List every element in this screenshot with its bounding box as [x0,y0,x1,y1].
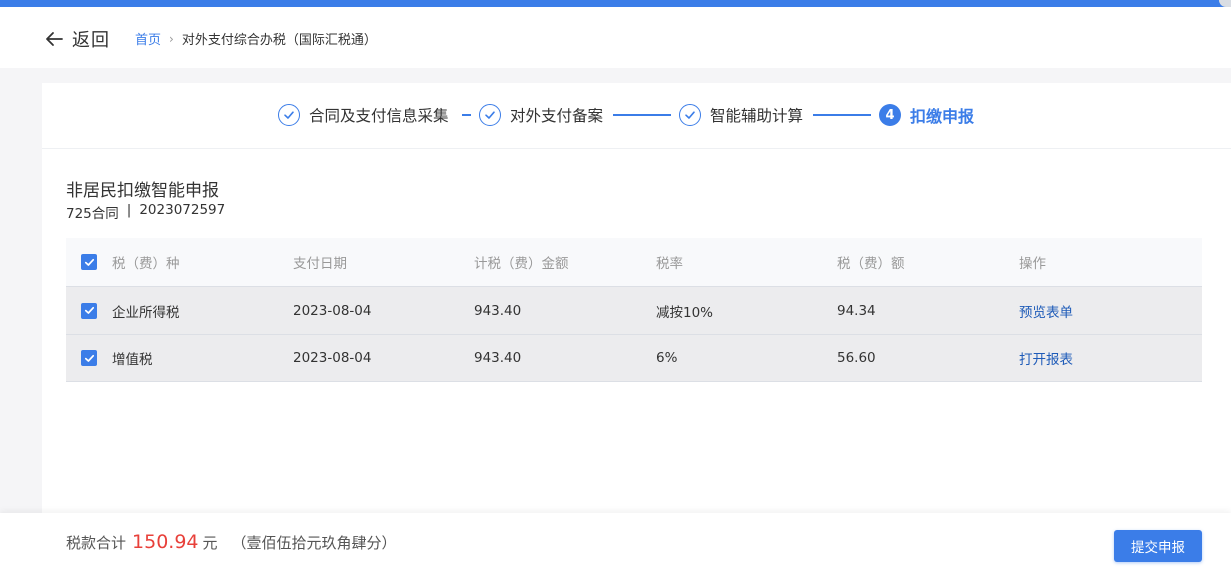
step-label: 对外支付备案 [510,107,604,125]
back-label: 返回 [72,30,110,51]
check-circle-icon [679,104,701,126]
top-corner-decoration [1219,0,1231,7]
select-all-checkbox[interactable] [81,254,97,270]
column-header-payment-date: 支付日期 [293,256,347,272]
column-header-tax-amount: 税（费）额 [837,256,905,272]
column-header-tax-type: 税（费）种 [112,256,180,272]
checkmark-icon [84,258,94,266]
cell-tax-type: 增值税 [112,352,153,368]
contract-info: 725合同 | 2023072597 [66,202,225,222]
row-checkbox[interactable] [81,350,97,366]
tax-table: 税（费）种 支付日期 计税（费）金额 税率 税（费）额 操作 企业所得税 202… [66,238,1202,382]
preview-form-link[interactable]: 预览表单 [1019,305,1073,321]
cell-rate: 减按10% [656,304,714,321]
check-circle-icon [479,104,501,126]
column-header-taxable-amount: 计税（费）金额 [474,256,569,272]
step-payment-filing: 对外支付备案 [479,103,603,127]
back-button[interactable]: 返回 [43,26,110,52]
main-panel: 合同及支付信息采集 对外支付备案 智能辅助计算 4 扣缴申报 非居民扣缴智能申报… [42,83,1231,513]
open-report-link[interactable]: 打开报表 [1019,352,1073,368]
step-smart-calc: 智能辅助计算 [679,103,803,127]
tax-total: 税款合计 150.94 元 （壹佰伍拾元玖角肆分） [66,531,397,553]
total-label: 税款合计 [66,534,127,552]
check-circle-icon [278,104,300,126]
amount-in-words: （壹佰伍拾元玖角肆分） [231,534,397,552]
step-connector [813,114,871,116]
column-header-rate: 税率 [656,256,683,272]
checkmark-icon [84,306,94,314]
cell-tax-amount: 56.60 [837,350,876,366]
column-header-action: 操作 [1019,256,1046,272]
total-unit: 元 [202,534,218,552]
breadcrumb-current: 对外支付综合办税（国际汇税通） [181,33,377,48]
arrow-left-icon [46,32,63,46]
cell-taxable-amount: 943.40 [474,350,522,366]
cell-taxable-amount: 943.40 [474,302,522,319]
table-row: 增值税 2023-08-04 943.40 6% 56.60 打开报表 [66,334,1202,382]
checkmark-icon [84,354,94,362]
step-label: 扣缴申报 [910,107,975,126]
breadcrumb: 首页 › 对外支付综合办税（国际汇税通） [135,29,377,49]
table-row: 企业所得税 2023-08-04 943.40 减按10% 94.34 预览表单 [66,286,1202,334]
section-title: 非居民扣缴智能申报 [66,181,219,201]
progress-steps: 合同及支付信息采集 对外支付备案 智能辅助计算 4 扣缴申报 [42,83,1231,149]
step-connector [462,114,471,116]
total-amount: 150.94 [132,531,199,553]
step-contract-info: 合同及支付信息采集 [278,103,449,127]
step-label: 智能辅助计算 [710,107,804,125]
top-accent-bar [0,0,1231,7]
step-label: 合同及支付信息采集 [309,107,449,125]
cell-payment-date: 2023-08-04 [293,350,372,366]
row-checkbox[interactable] [81,302,97,319]
table-header: 税（费）种 支付日期 计税（费）金额 税率 税（费）额 操作 [66,238,1202,286]
cell-tax-amount: 94.34 [837,302,876,319]
breadcrumb-home-link[interactable]: 首页 [135,29,161,48]
cell-rate: 6% [656,350,678,366]
footer-bar: 税款合计 150.94 元 （壹佰伍拾元玖角肆分） 提交申报 [0,513,1231,568]
breadcrumb-separator: › [169,31,174,46]
contract-number: 2023072597 [139,202,226,218]
page-header: 返回 首页 › 对外支付综合办税（国际汇税通） [0,7,1231,68]
submit-declaration-button[interactable]: 提交申报 [1114,530,1202,562]
cell-tax-type: 企业所得税 [112,304,180,321]
step-connector [613,114,671,116]
divider: | [126,202,132,218]
contract-name: 725合同 [66,206,119,222]
cell-payment-date: 2023-08-04 [293,302,372,319]
step-withholding-declare: 4 扣缴申报 [879,103,974,127]
step-number-badge: 4 [879,104,901,126]
